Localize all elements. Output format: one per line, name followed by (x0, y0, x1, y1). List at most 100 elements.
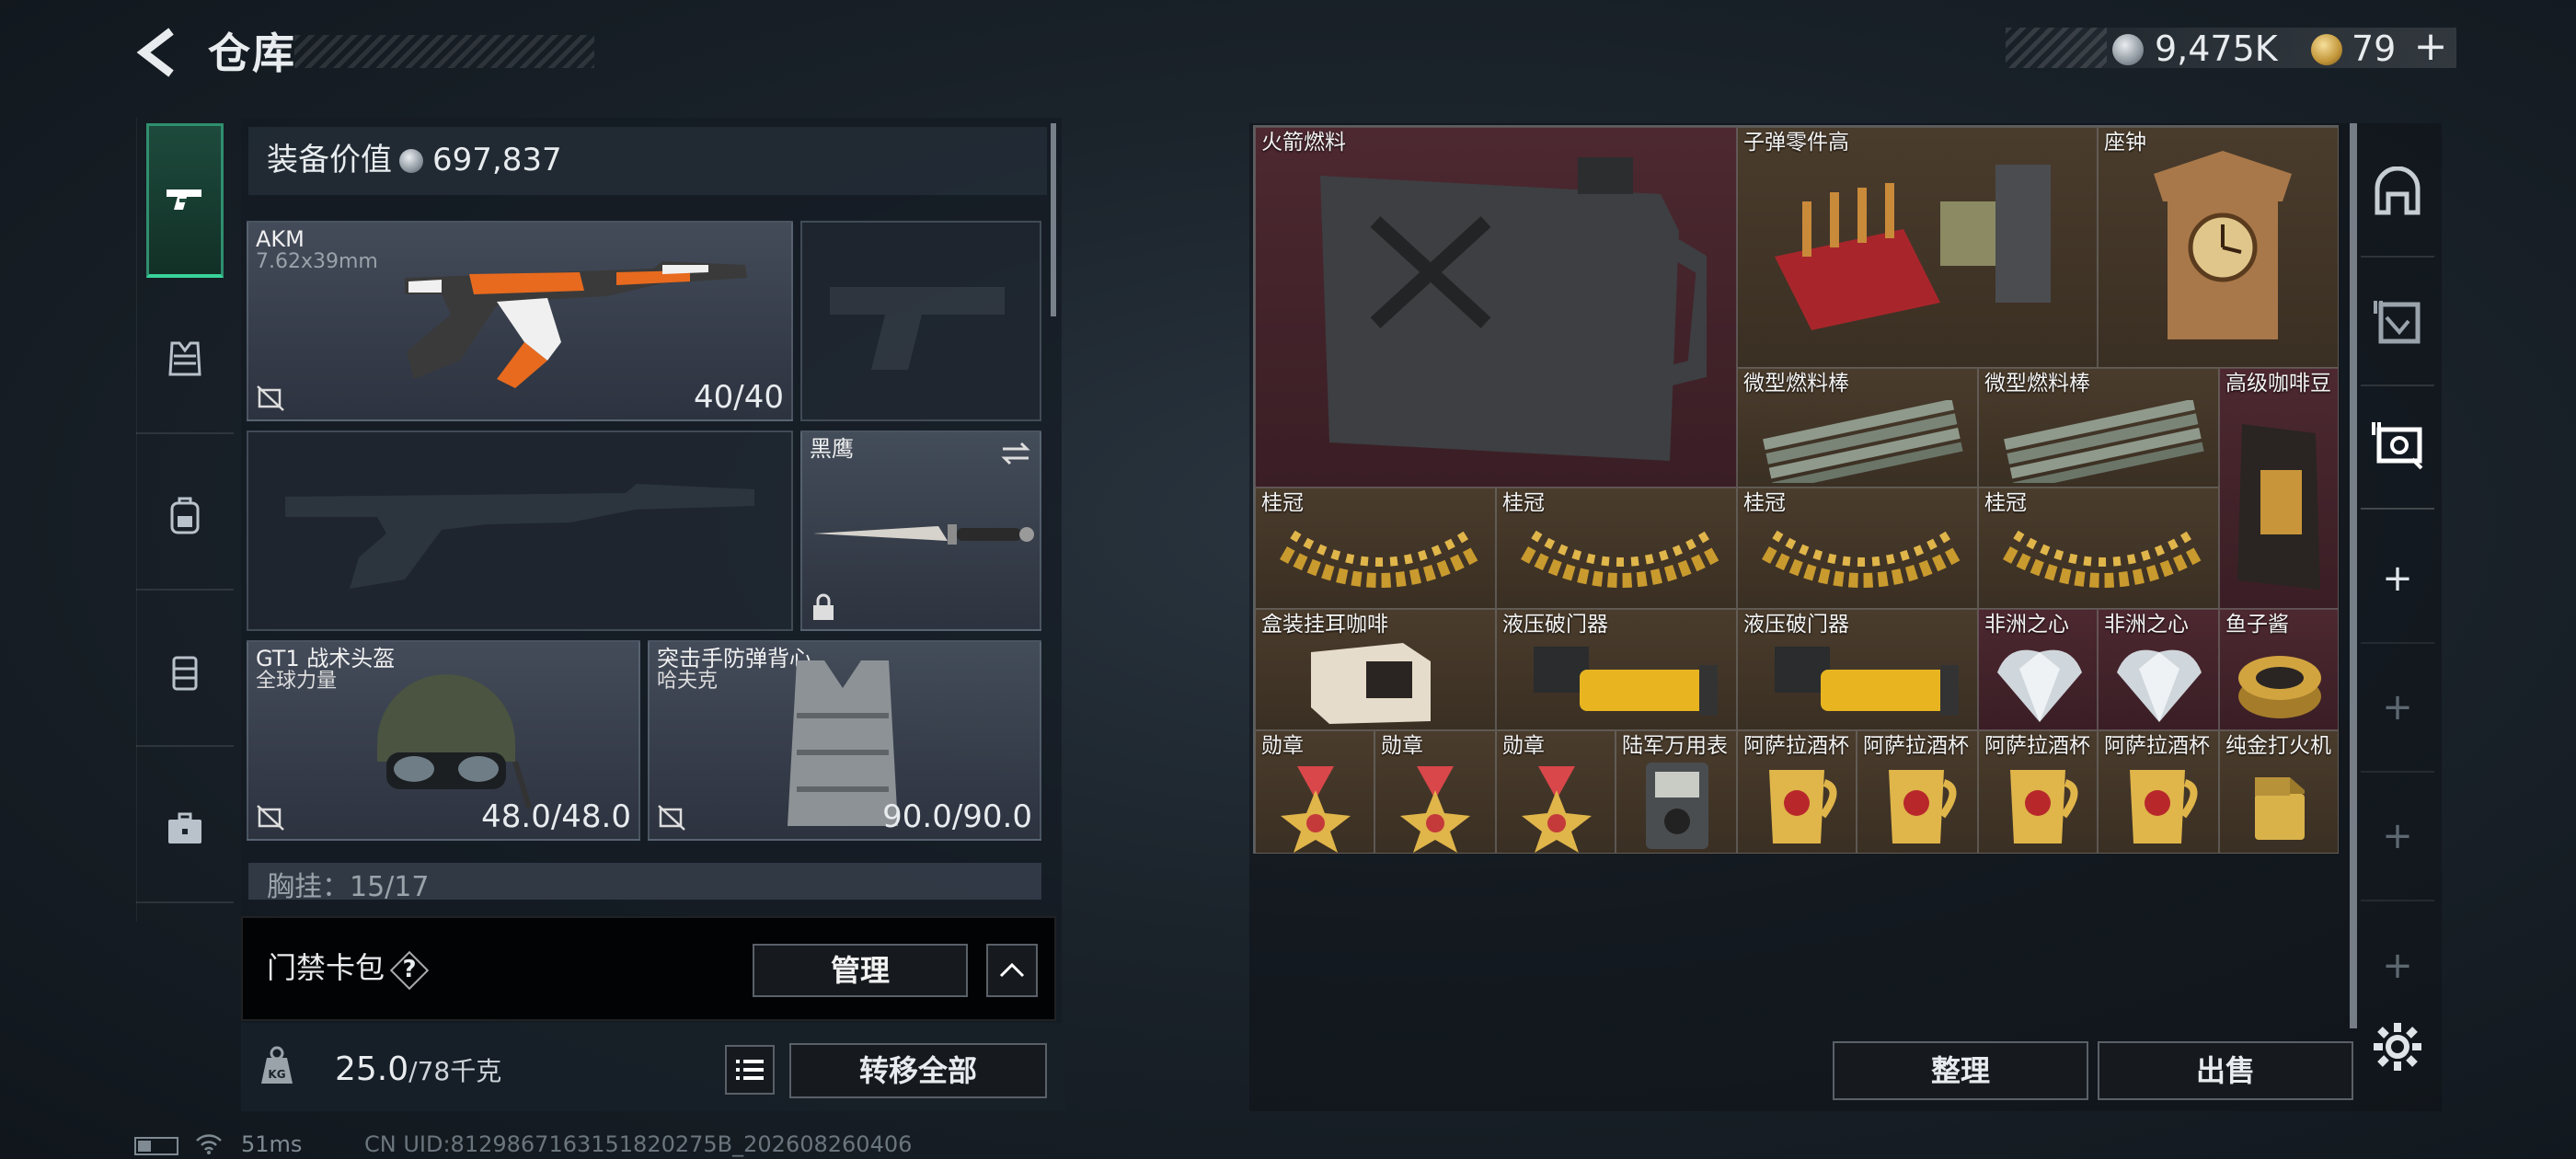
safe-box-icon (2372, 422, 2423, 470)
caviar-icon (2238, 656, 2321, 718)
current-weight: 25.0 (335, 1050, 409, 1088)
tab-stash-3[interactable] (2361, 381, 2434, 510)
no-repair-icon (257, 805, 284, 831)
add-currency-button[interactable]: + (2410, 24, 2451, 70)
sell-button[interactable]: 出售 (2098, 1041, 2353, 1100)
carry-weight: 25.0/78千克 (335, 1049, 501, 1093)
laurel-icon (1762, 530, 1962, 588)
weapon-name: AKM (256, 226, 305, 252)
stash-item[interactable]: 阿萨拉酒杯 (2098, 730, 2219, 854)
stash-item[interactable]: 子弹零件高 (1737, 127, 2098, 368)
item-name: 微型燃料棒 (1743, 372, 1849, 396)
item-name: 桂冠 (1743, 491, 1786, 515)
add-stash-tab-button[interactable]: + (2361, 773, 2434, 901)
item-name: 桂冠 (1984, 491, 2027, 515)
help-icon[interactable]: ? (396, 953, 423, 986)
list-icon (736, 1060, 764, 1080)
sort-button[interactable]: 整理 (1833, 1041, 2088, 1100)
item-name: 勋章 (1502, 734, 1545, 758)
helmet-durability: 48.0/48.0 (481, 798, 631, 835)
keycard-holder-label: 门禁卡包 (267, 950, 385, 985)
knife-icon (813, 524, 1034, 545)
stash-item[interactable]: 纯金打火机 (2219, 730, 2339, 854)
stash-item[interactable]: 勋章 (1374, 730, 1496, 854)
stash-item[interactable]: 盒装挂耳咖啡 (1255, 609, 1496, 730)
stash-item[interactable]: 鱼子酱 (2219, 609, 2339, 730)
armor-slot[interactable]: 突击手防弹背心 哈夫克 90.0/90.0 (648, 640, 1041, 841)
back-arrow-icon[interactable] (134, 28, 180, 77)
page-title: 仓库 (208, 29, 296, 78)
primary-weapon-slot[interactable]: AKM 7.62x39mm 40/40 (247, 221, 793, 421)
tab-secure-case[interactable] (136, 756, 234, 903)
stash-grid: 火箭燃料 子弹零件高 座钟 微型燃料棒 微型燃料棒 高级咖啡豆 桂冠 桂冠 桂冠… (1253, 125, 2339, 854)
multimeter-icon (1646, 763, 1708, 849)
stash-item[interactable]: 桂冠 (1737, 488, 1978, 609)
tab-weapons[interactable] (146, 123, 224, 278)
item-name: 非洲之心 (2104, 613, 2189, 637)
stash-scrollbar[interactable] (2350, 123, 2357, 1028)
add-stash-tab-button[interactable]: + (2361, 644, 2434, 773)
stash-item[interactable]: 微型燃料棒 (1737, 368, 1978, 488)
wifi-icon (196, 1134, 222, 1154)
swap-icon[interactable] (999, 440, 1032, 467)
tab-armor[interactable] (136, 287, 234, 434)
tab-chest-rig[interactable] (136, 600, 234, 747)
diamond-icon (1997, 649, 2082, 722)
silver-coin-icon (399, 149, 423, 173)
melee-name: 黑鹰 (810, 436, 854, 462)
stash-item[interactable]: 勋章 (1255, 730, 1374, 854)
laurel-icon (1280, 530, 1480, 588)
tab-backpack[interactable] (136, 443, 234, 591)
no-repair-icon (257, 385, 284, 411)
melee-slot[interactable]: 黑鹰 (800, 430, 1041, 631)
stash-item[interactable]: 座钟 (2098, 127, 2339, 368)
helmet-slot[interactable]: GT1 战术头盔 全球力量 48.0/48.0 (247, 640, 640, 841)
laurel-icon (2003, 530, 2203, 588)
tab-stash-1[interactable] (2361, 129, 2434, 258)
tab-stash-2[interactable] (2361, 258, 2434, 386)
add-stash-tab-button[interactable]: + (2361, 901, 2434, 1030)
weapon-caliber: 7.62x39mm (256, 250, 378, 273)
stash-item[interactable]: 液压破门器 (1496, 609, 1737, 730)
loadout-scrollbar[interactable] (1051, 123, 1056, 316)
item-name: 鱼子酱 (2225, 613, 2289, 637)
list-view-button[interactable] (725, 1045, 775, 1095)
item-name: 桂冠 (1502, 491, 1545, 515)
gear-icon[interactable] (2372, 1021, 2423, 1073)
pistol-slot[interactable] (800, 221, 1041, 421)
equipment-value: 697,837 (432, 142, 562, 178)
manage-button[interactable]: 管理 (753, 944, 968, 997)
stash-item[interactable]: 阿萨拉酒杯 (1737, 730, 1857, 854)
stash-item[interactable]: 高级咖啡豆 (2219, 368, 2339, 609)
item-name: 桂冠 (1261, 491, 1304, 515)
item-name: 火箭燃料 (1261, 131, 1346, 155)
stash-item[interactable]: 微型燃料棒 (1978, 368, 2219, 488)
item-name: 阿萨拉酒杯 (1863, 734, 1969, 758)
add-stash-tab-button[interactable]: + (2361, 515, 2434, 644)
stash-item[interactable]: 非洲之心 (2098, 609, 2219, 730)
lighter-icon (2255, 777, 2305, 840)
item-name: 液压破门器 (1743, 613, 1849, 637)
stash-item[interactable]: 火箭燃料 (1255, 127, 1737, 488)
svg-text:KG: KG (268, 1068, 285, 1081)
stash-item[interactable]: 桂冠 (1255, 488, 1496, 609)
collapse-button[interactable] (986, 944, 1038, 997)
stash-item[interactable]: 陆军万用表 (1616, 730, 1737, 854)
stash-item[interactable]: 液压破门器 (1737, 609, 1978, 730)
stash-item[interactable]: 阿萨拉酒杯 (1978, 730, 2098, 854)
silver-coin-icon (2112, 34, 2144, 65)
secondary-weapon-slot[interactable] (247, 430, 793, 631)
vest-icon (168, 341, 201, 376)
ammo-count: 40/40 (694, 379, 784, 416)
stash-item[interactable]: 阿萨拉酒杯 (1857, 730, 1978, 854)
transfer-all-button[interactable]: 转移全部 (789, 1043, 1047, 1098)
stash-item[interactable]: 勋章 (1496, 730, 1616, 854)
stash-item[interactable]: 桂冠 (1496, 488, 1737, 609)
item-name: 纯金打火机 (2225, 734, 2331, 758)
stash-item[interactable]: 非洲之心 (1978, 609, 2098, 730)
item-name: 勋章 (1381, 734, 1423, 758)
item-name: 子弹零件高 (1743, 131, 1849, 155)
pistol-placeholder-icon (830, 287, 1005, 370)
item-name: 高级咖啡豆 (2225, 372, 2331, 396)
stash-item[interactable]: 桂冠 (1978, 488, 2219, 609)
